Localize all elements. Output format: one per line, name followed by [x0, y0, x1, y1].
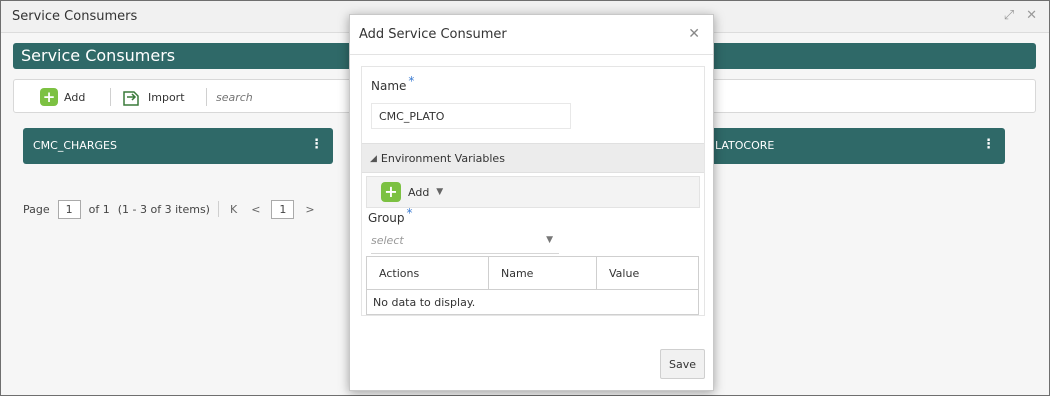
page-label: Page	[23, 202, 50, 216]
page-range-text: (1 - 3 of 3 items)	[117, 202, 210, 216]
add-button[interactable]: + Add	[40, 86, 85, 108]
pager-divider	[217, 201, 219, 217]
import-icon	[123, 91, 139, 106]
pagination: Page 1 of 1 (1 - 3 of 3 items) K < 1 >	[23, 197, 318, 221]
dialog-title: Add Service Consumer	[359, 27, 507, 42]
add-label: Add	[64, 90, 86, 104]
caret-down-icon: ▼	[436, 187, 444, 197]
column-header-name[interactable]: Name	[488, 256, 597, 290]
window-controls: ⤢ ✕	[1004, 8, 1037, 23]
column-header-actions[interactable]: Actions	[366, 256, 489, 290]
env-variables-table: Actions Name Value No data to display.	[366, 256, 699, 315]
card-label: LATOCORE	[715, 139, 775, 152]
card-label: CMC_CHARGES	[33, 139, 117, 152]
page-button[interactable]: 1	[271, 199, 295, 219]
add-service-consumer-dialog: Add Service Consumer ✕ Name* ◢ Environme…	[349, 14, 714, 391]
close-window-icon[interactable]: ✕	[1026, 8, 1037, 23]
first-page-icon[interactable]: K	[227, 203, 240, 216]
page-of-label: of 1	[88, 202, 110, 216]
dialog-body: Name* ◢ Environment Variables + Add ▼ Gr…	[361, 66, 705, 316]
plus-icon: +	[40, 88, 58, 106]
triangle-icon: ◢	[370, 153, 377, 164]
page-number-input[interactable]: 1	[57, 199, 81, 219]
kebab-icon[interactable]: ⋮	[310, 137, 323, 152]
search-input[interactable]	[216, 86, 356, 108]
dialog-header: Add Service Consumer ✕	[350, 15, 713, 55]
prev-page-icon[interactable]: <	[248, 203, 263, 216]
toolbar-divider	[206, 88, 207, 106]
table-header-row: Actions Name Value	[366, 256, 699, 290]
kebab-icon[interactable]: ⋮	[982, 137, 995, 152]
service-consumer-card[interactable]: LATOCORE ⋮	[701, 128, 1005, 164]
section-title: Service Consumers	[21, 46, 176, 65]
name-field-label: Name *	[371, 75, 414, 93]
group-label: Group	[368, 211, 405, 225]
expand-icon[interactable]: ⤢	[1004, 8, 1014, 23]
required-mark: *	[408, 74, 415, 88]
column-header-value[interactable]: Value	[596, 256, 699, 290]
toolbar-divider	[110, 88, 111, 106]
name-input[interactable]	[371, 103, 571, 129]
name-label: Name	[371, 79, 407, 93]
env-add-label: Add	[408, 185, 430, 199]
group-select-placeholder: select	[371, 234, 404, 247]
table-row: No data to display.	[366, 289, 699, 315]
next-page-icon[interactable]: >	[302, 203, 317, 216]
env-add-button[interactable]: + Add ▼	[381, 182, 443, 202]
save-button[interactable]: Save	[660, 349, 705, 379]
plus-icon: +	[381, 182, 401, 202]
env-toolbar: + Add ▼	[366, 176, 700, 208]
env-label-wrap: ◢ Environment Variables	[370, 152, 505, 165]
close-icon[interactable]: ✕	[688, 26, 700, 42]
group-select[interactable]: select ▼	[371, 228, 559, 254]
window-title: Service Consumers	[12, 9, 138, 24]
required-mark: *	[406, 206, 413, 220]
group-field-label: Group *	[368, 207, 413, 225]
chevron-down-icon: ▼	[546, 235, 553, 245]
import-label: Import	[148, 90, 185, 104]
empty-table-message: No data to display.	[366, 289, 699, 315]
environment-variables-header[interactable]: ◢ Environment Variables	[362, 143, 704, 173]
env-label: Environment Variables	[380, 152, 505, 165]
import-button[interactable]: Import	[122, 86, 185, 108]
service-consumer-card[interactable]: CMC_CHARGES ⋮	[23, 128, 333, 164]
